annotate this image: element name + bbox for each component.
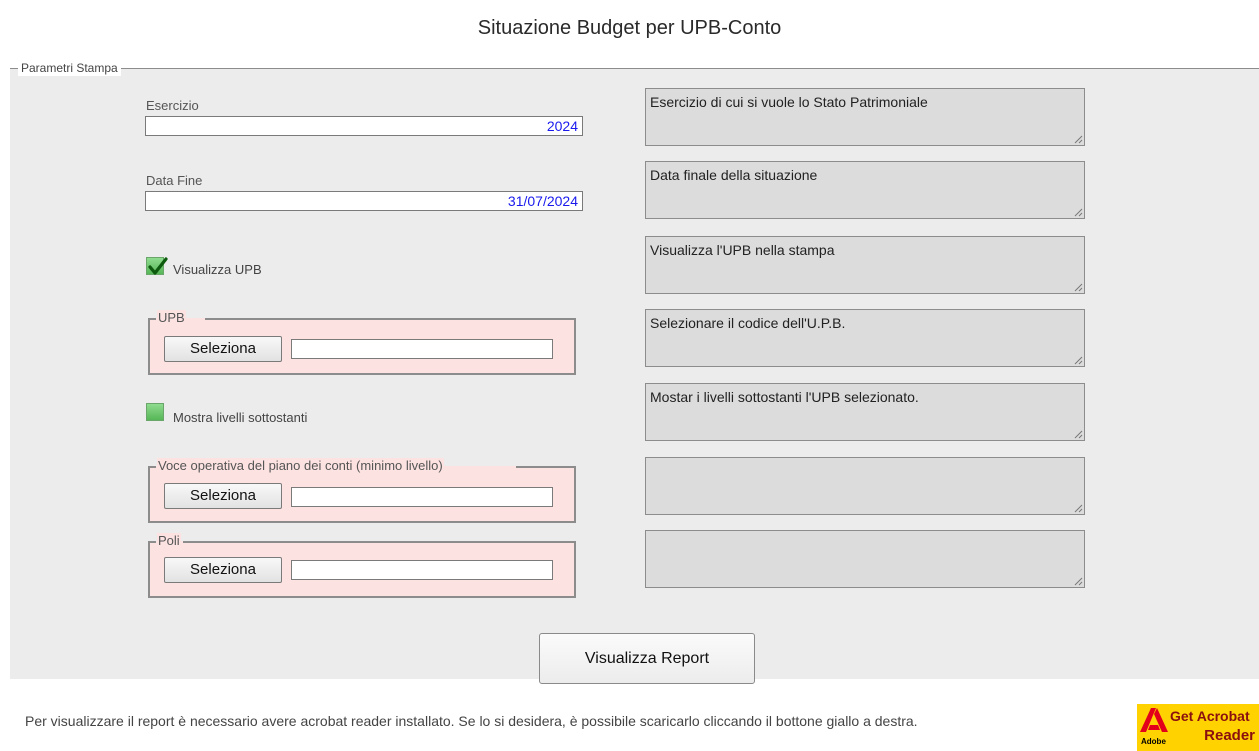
upb-field[interactable] [291,339,553,359]
esercizio-input[interactable]: 2024 [145,116,583,136]
poli-seleziona-button[interactable]: Seleziona [164,557,282,583]
resize-grip-icon [1074,208,1083,217]
visualizza-upb-label: Visualizza UPB [173,262,262,277]
upb-seleziona-button[interactable]: Seleziona [164,336,282,362]
mostra-livelli-help-box[interactable]: Mostar i livelli sottostanti l'UPB selez… [645,383,1085,441]
data-fine-input[interactable]: 31/07/2024 [145,191,583,211]
adobe-wordmark: Adobe [1141,737,1166,746]
voce-operativa-field[interactable] [291,487,553,507]
poli-field[interactable] [291,560,553,580]
voce-operativa-legend: Voce operativa del piano dei conti (mini… [157,458,444,474]
adobe-logo-icon [1140,708,1168,732]
esercizio-help-text: Esercizio di cui si vuole lo Stato Patri… [650,94,928,110]
visualizza-upb-help-box[interactable]: Visualizza l'UPB nella stampa [645,236,1085,294]
get-acrobat-text: Get Acrobat [1170,708,1250,724]
data-fine-help-text: Data finale della situazione [650,167,818,183]
poli-help-box[interactable] [645,530,1085,588]
parametri-stampa-legend: Parametri Stampa [18,60,121,76]
visualizza-upb-help-text: Visualizza l'UPB nella stampa [650,242,835,258]
resize-grip-icon [1074,504,1083,513]
page-title: Situazione Budget per UPB-Conto [477,17,782,39]
resize-grip-icon [1074,430,1083,439]
acrobat-note: Per visualizzare il report è necessario … [25,713,918,729]
visualizza-report-button[interactable]: Visualizza Report [539,633,755,684]
visualizza-upb-checkbox[interactable] [146,257,168,275]
get-acrobat-reader-button[interactable]: Adobe Get Acrobat Reader [1137,704,1259,751]
upb-help-text: Selezionare il codice dell'U.P.B. [650,315,846,331]
esercizio-help-box[interactable]: Esercizio di cui si vuole lo Stato Patri… [645,88,1085,146]
resize-grip-icon [1074,577,1083,586]
reader-text: Reader [1204,727,1255,744]
upb-help-box[interactable]: Selezionare il codice dell'U.P.B. [645,309,1085,367]
esercizio-label: Esercizio [146,98,199,113]
resize-grip-icon [1074,135,1083,144]
poli-legend: Poli [157,533,181,549]
data-fine-help-box[interactable]: Data finale della situazione [645,161,1085,219]
voce-operativa-help-box[interactable] [645,457,1085,515]
data-fine-label: Data Fine [146,173,203,188]
mostra-livelli-checkbox[interactable] [146,403,164,421]
resize-grip-icon [1074,356,1083,365]
upb-legend: UPB [157,310,186,326]
voce-operativa-seleziona-button[interactable]: Seleziona [164,483,282,509]
resize-grip-icon [1074,283,1083,292]
fieldset-border-tick [10,68,18,69]
mostra-livelli-label: Mostra livelli sottostanti [173,410,308,425]
checkmark-icon [148,257,168,275]
mostra-livelli-help-text: Mostar i livelli sottostanti l'UPB selez… [650,389,919,405]
